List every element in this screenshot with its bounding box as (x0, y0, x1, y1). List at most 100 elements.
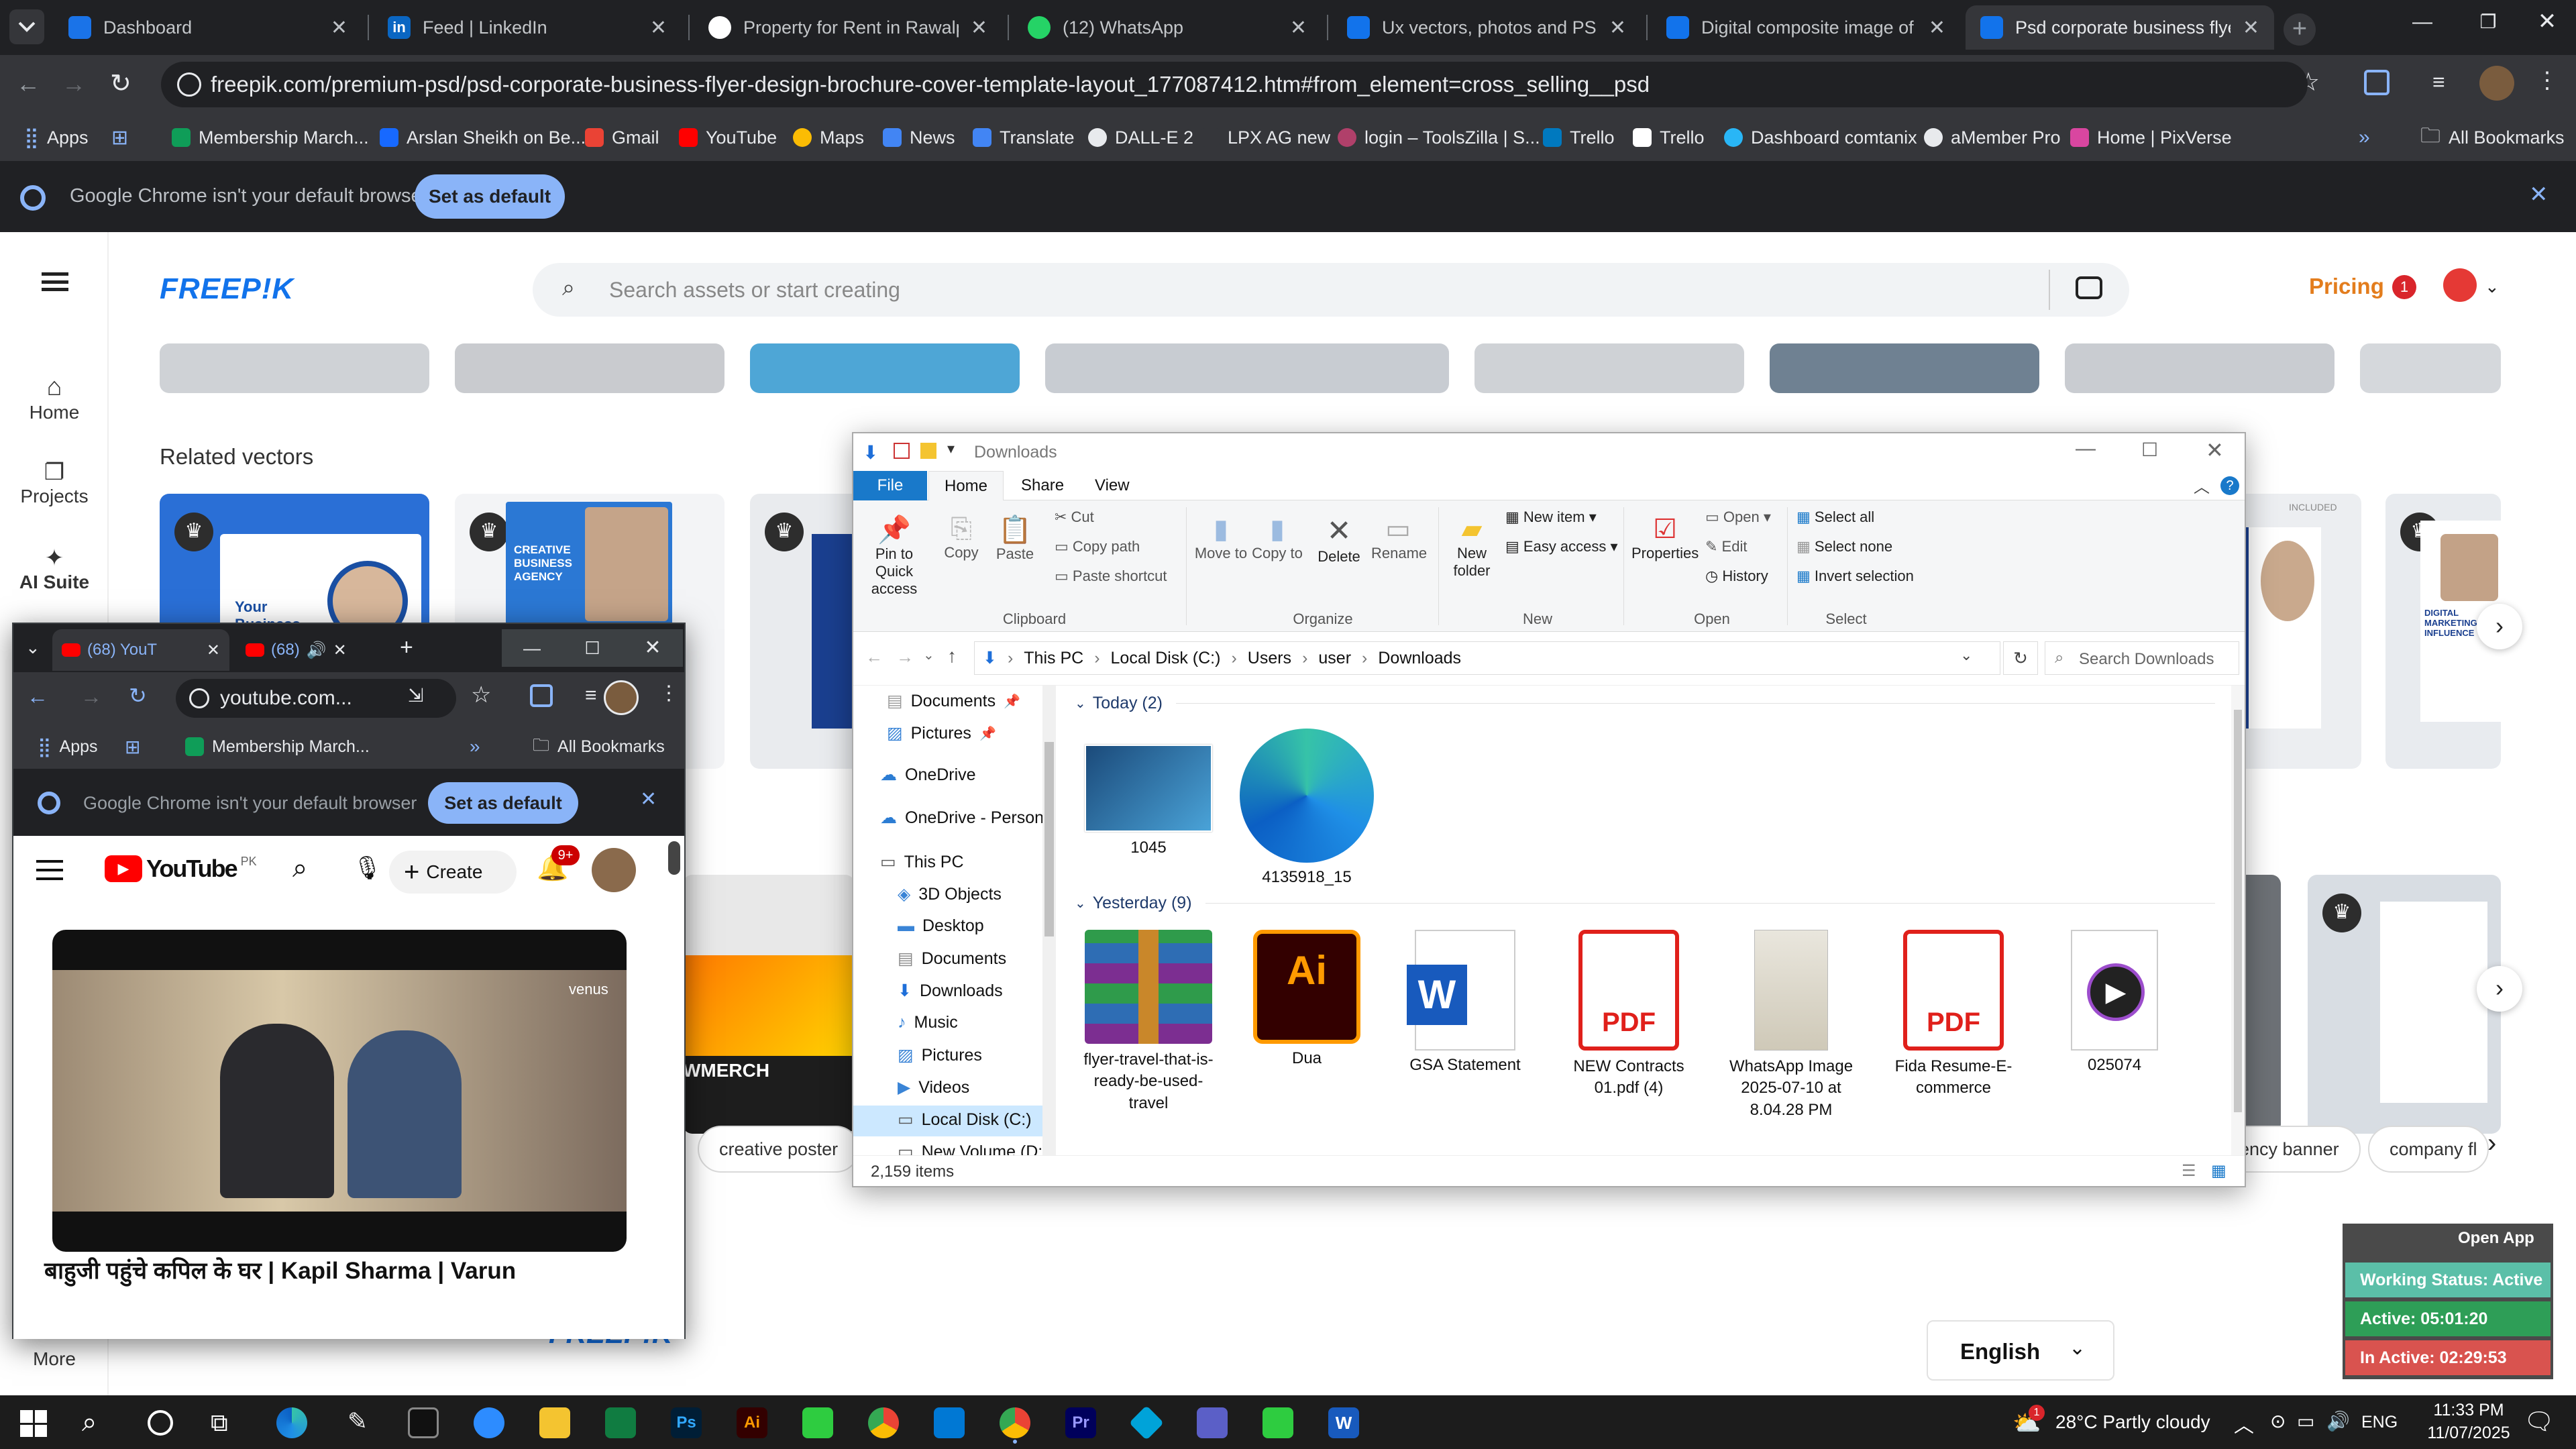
reload-icon[interactable]: ↻ (110, 68, 131, 99)
details-view-icon[interactable]: ☰ (2182, 1161, 2196, 1181)
app-diamond-icon[interactable] (1128, 1405, 1165, 1441)
search-icon[interactable]: ⌕ (292, 853, 307, 883)
all-bookmarks-folder[interactable]: 🗀 All Bookmarks (533, 733, 665, 761)
yt-scrollbar[interactable] (668, 841, 680, 875)
address-bar[interactable]: freepik.com/premium-psd/psd-corporate-bu… (161, 62, 2308, 107)
bookmark-trello-1[interactable]: Trello (1543, 123, 1615, 152)
account-chevron-icon[interactable]: ⌄ (2485, 276, 2500, 297)
reload-icon[interactable]: ↻ (129, 683, 147, 708)
file-item[interactable]: WhatsApp Image 2025-07-10 at 8.04.28 PM (1724, 930, 1858, 1121)
invert-selection-button[interactable]: ▦ Invert selection (1796, 568, 1914, 585)
bookmark-youtube[interactable]: YouTube (679, 123, 777, 152)
notification-center-icon[interactable]: 🗨 (2524, 1407, 2555, 1436)
nav-projects[interactable]: ❐ Projects (0, 459, 109, 507)
vector-card-merch[interactable]: WMERCH (683, 875, 855, 1134)
bookmark-pixverse[interactable]: Home | PixVerse (2070, 123, 2232, 152)
select-all-button[interactable]: ▦ Select all (1796, 508, 1874, 526)
volume-icon[interactable]: 🔊 (2326, 1410, 2350, 1432)
delete-button[interactable]: ✕ Delete (1312, 514, 1366, 566)
chips-next-icon[interactable]: › (2487, 1128, 2496, 1159)
phone-app-icon[interactable] (1263, 1407, 1293, 1438)
refresh-icon[interactable]: ↻ (2003, 641, 2038, 675)
explorer-maximize[interactable]: ☐ (2141, 439, 2158, 461)
chrome-menu-icon[interactable]: ⋮ (659, 682, 679, 705)
ribbon-tab-view[interactable]: View (1095, 476, 1130, 495)
illustrator-icon[interactable]: Ai (737, 1407, 767, 1438)
yt-tab-2[interactable]: (68) 🔊 ✕ (239, 629, 386, 671)
quick-properties-icon[interactable] (894, 443, 910, 459)
new-tab-button[interactable]: + (2284, 13, 2316, 46)
pin-quick-access-button[interactable]: 📌 Pin to Quick access (857, 514, 931, 598)
url-text[interactable]: freepik.com/premium-psd/psd-corporate-bu… (211, 72, 1650, 97)
close-infobar-icon[interactable]: ✕ (2529, 181, 2548, 208)
tree-item[interactable]: ▨ Pictures 📌 (887, 723, 996, 743)
maximize-button[interactable]: ☐ (562, 629, 623, 667)
close-tab-icon[interactable]: ✕ (333, 641, 347, 660)
tab-property[interactable]: Property for Rent in Rawalpindi✕ (694, 5, 1002, 50)
thumbnail-card[interactable] (1474, 343, 1744, 393)
tree-scrollbar[interactable] (1042, 686, 1056, 1155)
zoom-icon[interactable] (474, 1407, 504, 1438)
media-control-icon[interactable]: ≡ (585, 684, 597, 707)
ribbon-tab-home[interactable]: Home (928, 471, 1004, 502)
minimize-button[interactable]: — (502, 629, 562, 667)
file-item[interactable]: ▶ 025074 (2047, 930, 2182, 1075)
thumbnail-card[interactable] (1045, 343, 1449, 393)
bookmark-gmail[interactable]: Gmail (585, 123, 659, 152)
tree-item[interactable]: ⬇ Downloads (898, 981, 1003, 1001)
collapse-ribbon-icon[interactable]: ︿ (2194, 474, 2210, 497)
create-button[interactable]: + Create (389, 851, 517, 894)
carousel-next-icon[interactable]: › (2477, 604, 2522, 649)
bookmark-lpx[interactable]: LPX AG new (1201, 123, 1330, 152)
tree-item[interactable]: ▭ This PC (880, 852, 964, 872)
group-header-yesterday[interactable]: ⌄ Yesterday (9) (1075, 894, 2215, 913)
chrome-active-icon[interactable] (1000, 1407, 1030, 1438)
close-tab-icon[interactable]: ✕ (331, 16, 347, 40)
customize-toolbar-icon[interactable]: ▾ (947, 440, 955, 458)
nav-home[interactable]: ⌂ Home (0, 373, 109, 423)
tree-item[interactable]: ▤ Documents (898, 949, 1006, 969)
language-indicator[interactable]: ENG (2361, 1413, 2398, 1432)
freepik-search-bar[interactable]: ⌕ Search assets or start creating (533, 263, 2129, 317)
edit-button[interactable]: ✎ Edit (1705, 538, 1747, 555)
microphone-icon[interactable]: 🎙 (353, 855, 382, 881)
paste-button[interactable]: 📋 Paste (991, 514, 1038, 563)
back-icon[interactable]: ← (16, 70, 40, 98)
site-info-icon[interactable] (177, 72, 201, 97)
thumbnail-card[interactable] (2065, 343, 2334, 393)
forward-icon[interactable]: → (80, 684, 102, 709)
file-item[interactable]: Ai Dua (1240, 930, 1374, 1068)
youtube-logo[interactable]: ▶ YouTube PK (105, 855, 257, 883)
bookmark-behance[interactable]: Arslan Sheikh on Be... (380, 123, 586, 152)
thumbnail-card[interactable] (455, 343, 724, 393)
windows-start-icon[interactable] (20, 1410, 47, 1437)
open-button[interactable]: ▭ Open ▾ (1705, 508, 1771, 526)
close-tab-icon[interactable]: ✕ (650, 16, 667, 40)
tree-item[interactable]: ♪ Music (898, 1013, 958, 1032)
language-select[interactable]: English ⌄ (1927, 1320, 2114, 1381)
nav-ai-suite[interactable]: ✦ AI Suite (0, 545, 109, 593)
folder-icon[interactable] (920, 443, 936, 459)
teams-icon[interactable] (1197, 1407, 1228, 1438)
tab-dashboard[interactable]: Dashboard ✕ (54, 5, 362, 50)
yt-avatar[interactable] (592, 848, 636, 892)
install-app-icon[interactable]: ⇲ (408, 684, 423, 706)
tab-psd-flyer[interactable]: Psd corporate business flyer de✕ (1966, 5, 2274, 50)
hamburger-menu-icon[interactable] (42, 272, 68, 291)
close-infobar-icon[interactable]: ✕ (640, 788, 657, 811)
cortana-icon[interactable] (148, 1410, 173, 1436)
bookmark-amember[interactable]: aMember Pro (1924, 123, 2061, 152)
media-control-icon[interactable]: ≡ (2432, 70, 2445, 95)
cut-button[interactable]: ✂ Cut (1055, 508, 1094, 526)
carousel-next-icon[interactable]: › (2477, 966, 2522, 1012)
yt-menu-icon[interactable] (36, 860, 63, 880)
bookmark-trello-2[interactable]: Trello (1633, 123, 1705, 152)
file-item[interactable]: 4135918_15 (1240, 729, 1374, 887)
tab-search-button[interactable] (9, 9, 44, 44)
weather-text[interactable]: 28°C Partly cloudy (2055, 1411, 2210, 1433)
path-segment[interactable]: Downloads (1378, 649, 1461, 668)
tree-item[interactable]: ☁ OneDrive (880, 765, 976, 785)
bookmark-maps[interactable]: Maps (793, 123, 864, 152)
recent-locations-icon[interactable]: ⌄ (923, 647, 934, 663)
help-icon[interactable]: ? (2220, 476, 2239, 495)
